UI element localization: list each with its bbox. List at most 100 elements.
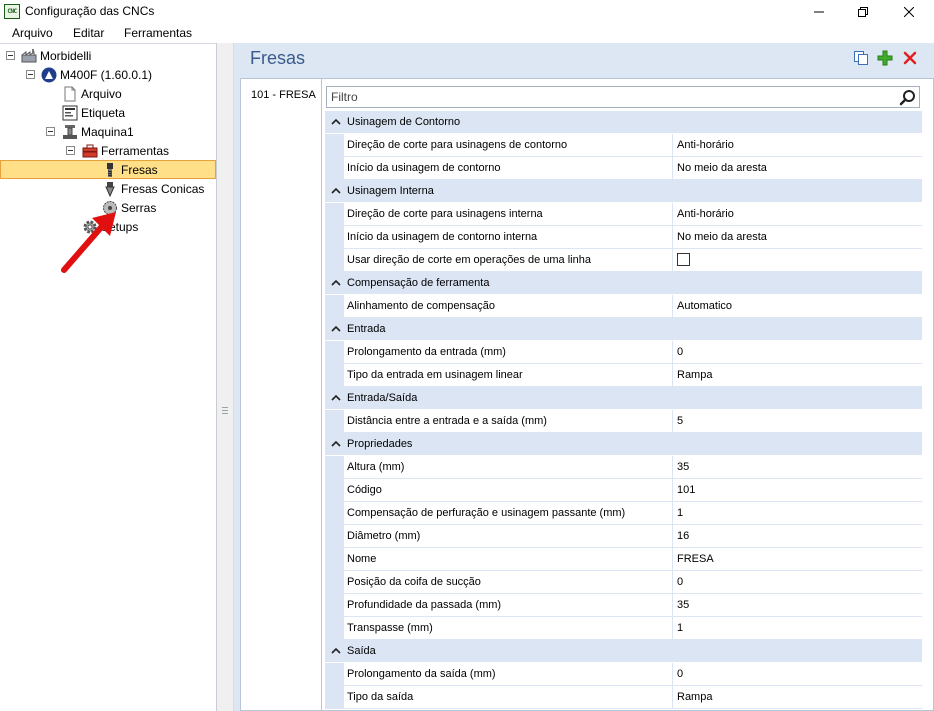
property-value[interactable]: 101 <box>673 479 922 501</box>
property-value[interactable]: 35 <box>673 594 922 616</box>
category-row[interactable]: Entrada/Saída <box>325 387 922 410</box>
machine-icon <box>62 124 78 140</box>
tree-item-etiqueta[interactable]: Etiqueta <box>62 103 125 122</box>
restore-button[interactable] <box>840 0 886 23</box>
category-row[interactable]: Propriedades <box>325 433 922 456</box>
delete-x-icon <box>903 51 917 65</box>
row-gutter <box>325 525 344 548</box>
collapse-chevron-icon[interactable] <box>331 646 341 656</box>
menu-editar[interactable]: Editar <box>73 26 104 40</box>
menu-ferramentas[interactable]: Ferramentas <box>124 26 192 40</box>
property-row[interactable]: Profundidade da passada (mm) 35 <box>325 594 922 617</box>
property-row[interactable]: Direção de corte para usinagens de conto… <box>325 134 922 157</box>
tree-label-morbidelli: Morbidelli <box>40 48 92 63</box>
property-row[interactable]: Início da usinagem de contorno interna No… <box>325 226 922 249</box>
property-row[interactable]: Transpasse (mm) 1 <box>325 617 922 640</box>
category-row[interactable]: Usinagem de Contorno <box>325 111 922 134</box>
tree-label-setups: Setups <box>101 219 139 234</box>
property-value[interactable]: No meio da aresta <box>673 157 922 179</box>
property-row[interactable]: Código 101 <box>325 479 922 502</box>
filter-input[interactable] <box>331 88 891 106</box>
collapse-chevron-icon[interactable] <box>331 278 341 288</box>
tree-item-fresas[interactable]: Fresas <box>0 160 216 179</box>
category-label: Entrada/Saída <box>347 392 418 404</box>
tree-label-m400f: M400F (1.60.0.1) <box>60 67 153 82</box>
property-value[interactable]: 1 <box>673 617 922 639</box>
property-row[interactable]: Altura (mm) 35 <box>325 456 922 479</box>
property-value[interactable]: 16 <box>673 525 922 547</box>
delete-button[interactable] <box>901 49 919 67</box>
collapse-chevron-icon[interactable] <box>331 186 341 196</box>
copy-button[interactable] <box>852 49 870 67</box>
property-row[interactable]: Alinhamento de compensação Automatico <box>325 295 922 318</box>
property-value[interactable]: 0 <box>673 663 922 685</box>
category-row[interactable]: Compensação de ferramenta <box>325 272 922 295</box>
document-icon <box>62 86 78 102</box>
property-row[interactable]: Prolongamento da saída (mm) 0 <box>325 663 922 686</box>
property-value[interactable]: 35 <box>673 456 922 478</box>
property-value[interactable]: Anti-horário <box>673 134 922 156</box>
property-value[interactable]: No meio da aresta <box>673 226 922 248</box>
minimize-icon <box>814 11 824 12</box>
tree-item-arquivo[interactable]: Arquivo <box>62 84 122 103</box>
tree-item-setups[interactable]: Setups <box>82 217 138 236</box>
property-row[interactable]: Direção de corte para usinagens interna A… <box>325 203 922 226</box>
property-row[interactable]: Diâmetro (mm) 16 <box>325 525 922 548</box>
row-gutter <box>325 364 344 387</box>
property-value[interactable]: Rampa <box>673 686 922 708</box>
collapse-chevron-icon[interactable] <box>331 393 341 403</box>
property-row[interactable]: Tipo da entrada em usinagem linear Rampa <box>325 364 922 387</box>
tree-item-ferramentas[interactable]: Ferramentas <box>82 141 169 160</box>
tree-item-maquina1[interactable]: Maquina1 <box>62 122 134 141</box>
expander-m400f[interactable] <box>26 70 35 79</box>
collapse-chevron-icon[interactable] <box>331 117 341 127</box>
property-row[interactable]: Usar direção de corte em operações de um… <box>325 249 922 272</box>
tree-item-m400f[interactable]: M400F (1.60.0.1) <box>41 65 152 84</box>
property-checkbox[interactable] <box>677 253 690 266</box>
details-panel: Fresas 101 - FRESA Usinagem de Contorno D… <box>234 43 934 711</box>
property-row[interactable]: Prolongamento da entrada (mm) 0 <box>325 341 922 364</box>
property-value[interactable]: FRESA <box>673 548 922 570</box>
property-row[interactable]: Compensação de perfuração e usinagem pas… <box>325 502 922 525</box>
tab-101-fresa[interactable]: 101 - FRESA <box>240 78 322 711</box>
expander-maquina1[interactable] <box>46 127 55 136</box>
tree-item-fresas-conicas[interactable]: Fresas Conicas <box>102 179 204 198</box>
collapse-chevron-icon[interactable] <box>331 324 341 334</box>
property-row[interactable]: Início da usinagem de contorno No meio da… <box>325 157 922 180</box>
property-value[interactable]: Automatico <box>673 295 922 317</box>
tree-panel: Morbidelli M400F (1.60.0.1) Arquivo Etiq… <box>0 43 216 711</box>
property-value[interactable]: Anti-horário <box>673 203 922 225</box>
property-value[interactable]: Rampa <box>673 364 922 386</box>
property-value[interactable] <box>673 249 922 271</box>
expander-ferramentas[interactable] <box>66 146 75 155</box>
panel-splitter[interactable] <box>216 43 234 711</box>
minimize-button[interactable] <box>796 0 842 23</box>
property-row[interactable]: Nome FRESA <box>325 548 922 571</box>
property-name: Altura (mm) <box>344 456 673 478</box>
category-label: Entrada <box>347 323 386 335</box>
collapse-chevron-icon[interactable] <box>331 439 341 449</box>
tree-label-serras: Serras <box>121 200 157 215</box>
row-gutter <box>325 249 344 272</box>
property-value[interactable]: 0 <box>673 341 922 363</box>
search-icon[interactable] <box>899 89 916 106</box>
saw-blade-icon <box>102 200 118 216</box>
expander-morbidelli[interactable] <box>6 51 15 60</box>
property-row[interactable]: Tipo da saída Rampa <box>325 686 922 709</box>
property-value[interactable]: 0 <box>673 571 922 593</box>
property-value[interactable]: 5 <box>673 410 922 432</box>
add-button[interactable] <box>876 49 894 67</box>
category-row[interactable]: Saída <box>325 640 922 663</box>
property-value[interactable]: 1 <box>673 502 922 524</box>
property-row[interactable]: Posição da coifa de sucção 0 <box>325 571 922 594</box>
close-window-button[interactable] <box>886 0 932 23</box>
row-gutter <box>325 410 344 433</box>
menu-arquivo[interactable]: Arquivo <box>12 26 53 40</box>
property-row[interactable]: Distância entre a entrada e a saída (mm)… <box>325 410 922 433</box>
tree-item-morbidelli[interactable]: Morbidelli <box>21 46 91 65</box>
category-row[interactable]: Entrada <box>325 318 922 341</box>
tree-item-serras[interactable]: Serras <box>102 198 156 217</box>
tree-label-fresas-conicas: Fresas Conicas <box>121 181 205 196</box>
row-gutter <box>325 134 344 157</box>
category-row[interactable]: Usinagem Interna <box>325 180 922 203</box>
